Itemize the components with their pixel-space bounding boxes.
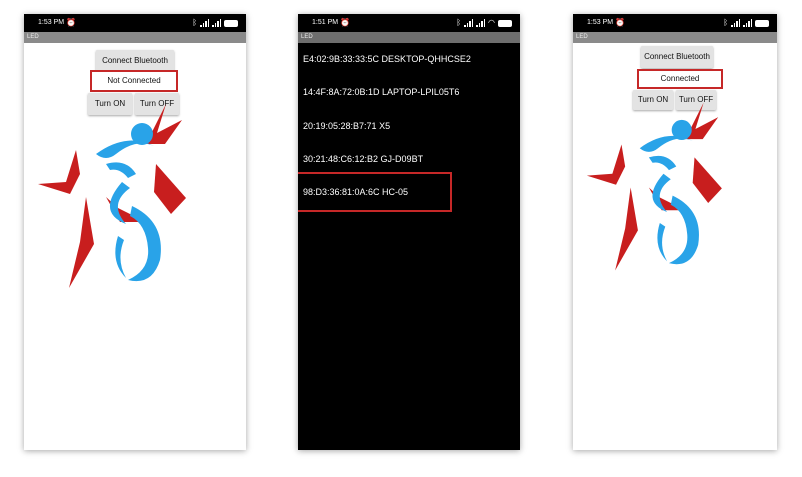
- connect-bluetooth-button[interactable]: Connect Bluetooth: [96, 50, 174, 72]
- battery-icon: [755, 20, 769, 27]
- device-list-item[interactable]: E4:02:9B:33:33:5C DESKTOP-QHHCSE2: [303, 54, 471, 64]
- alarm-clock-icon: ⏰: [340, 18, 350, 27]
- cycling-star-logo: [586, 102, 722, 271]
- alarm-clock-icon: ⏰: [66, 18, 76, 27]
- status-bar: 1:53 PM ⏰ ᛒ: [24, 14, 246, 32]
- device-list-item[interactable]: 14:4F:8A:72:0B:1D LAPTOP-LPIL05T6: [303, 87, 459, 97]
- bluetooth-icon: ᛒ: [192, 18, 197, 27]
- connection-status-label: Connected: [637, 69, 723, 89]
- battery-icon: [224, 20, 238, 27]
- signal-bars-icon: [212, 19, 221, 27]
- signal-bars-icon: [743, 19, 752, 27]
- app-title-bar: LED: [573, 32, 777, 43]
- status-bar: 1:51 PM ⏰ ᛒ ◠: [298, 14, 520, 32]
- selected-device-highlight: [298, 172, 452, 212]
- cycling-star-logo: [38, 104, 186, 288]
- bluetooth-icon: ᛒ: [723, 18, 728, 27]
- signal-bars-icon: [476, 19, 486, 27]
- signal-bars-icon: [731, 19, 740, 27]
- device-list-item[interactable]: 30:21:48:C6:12:B2 GJ-D09BT: [303, 154, 423, 164]
- connection-status-label: Not Connected: [90, 70, 178, 92]
- app-title-bar: LED: [298, 32, 520, 43]
- phone-screen-disconnected: 1:53 PM ⏰ ᛒ LED Connect Bluetooth Not Co…: [24, 14, 246, 450]
- device-list-item[interactable]: 20:19:05:28:B7:71 X5: [303, 121, 390, 131]
- phone-screen-device-list: 1:51 PM ⏰ ᛒ ◠ LED E4:02:9B:33:33:5C DESK…: [298, 14, 520, 450]
- signal-bars-icon: [464, 19, 474, 27]
- app-title-bar: LED: [24, 32, 246, 43]
- alarm-clock-icon: ⏰: [615, 18, 625, 27]
- wifi-icon: ◠: [488, 18, 495, 27]
- connect-bluetooth-button[interactable]: Connect Bluetooth: [641, 46, 713, 68]
- status-bar: 1:53 PM ⏰ ᛒ: [573, 14, 777, 32]
- bluetooth-icon: ᛒ: [456, 18, 462, 27]
- status-time: 1:53 PM: [587, 19, 614, 26]
- status-time: 1:53 PM: [38, 19, 65, 26]
- phone-screen-connected: 1:53 PM ⏰ ᛒ LED Connect Bluetooth Connec…: [573, 14, 777, 450]
- status-time: 1:51 PM: [312, 19, 339, 26]
- signal-bars-icon: [200, 19, 209, 27]
- battery-icon: [498, 20, 512, 27]
